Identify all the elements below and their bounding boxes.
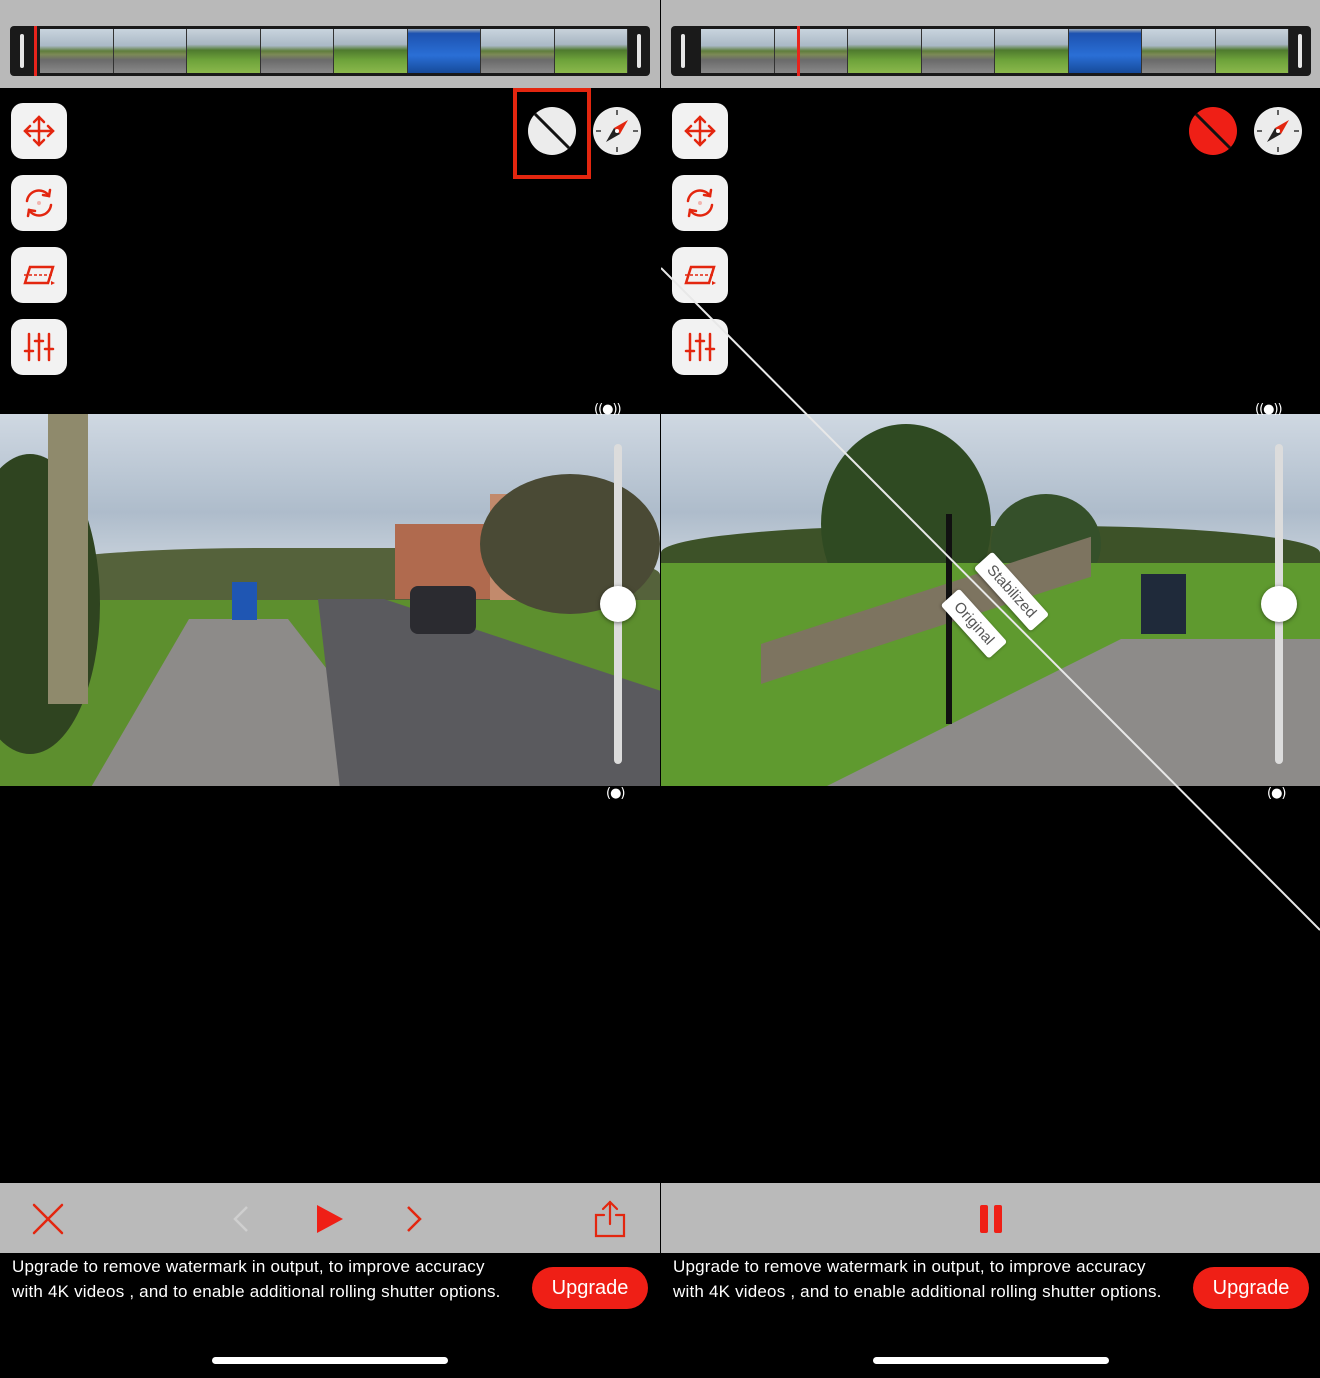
trim-start-handle[interactable]	[681, 34, 685, 68]
compass-icon	[1254, 107, 1302, 155]
slider-knob[interactable]	[600, 586, 636, 622]
bus-stop	[232, 582, 257, 620]
strength-max-icon: ((●))	[1255, 402, 1283, 417]
adjustments-icon	[23, 332, 55, 362]
rotate-tool-button[interactable]	[11, 175, 67, 231]
compare-toggle-button[interactable]	[1188, 106, 1238, 156]
perspective-crop-icon	[23, 265, 55, 285]
playback-controls	[661, 1183, 1320, 1253]
left-pane: ((●)) (●) Upgrade to remove watermark in…	[0, 0, 660, 1378]
rotate-tool-button[interactable]	[672, 175, 728, 231]
upgrade-banner: Upgrade to remove watermark in output, t…	[661, 1253, 1320, 1378]
compare-toggle-button[interactable]	[527, 106, 577, 156]
share-icon	[594, 1200, 626, 1238]
video-filmstrip[interactable]	[671, 26, 1311, 76]
bus-stop	[1141, 574, 1186, 634]
split-compare-icon	[1189, 107, 1237, 155]
video-preview[interactable]: Stabilized Original	[661, 414, 1320, 786]
trim-end-handle[interactable]	[637, 34, 641, 68]
strength-min-icon: (●)	[1267, 786, 1286, 801]
split-compare-icon	[528, 107, 576, 155]
perspective-crop-icon	[684, 265, 716, 285]
strength-min-icon: (●)	[606, 786, 625, 801]
upgrade-message: Upgrade to remove watermark in output, t…	[673, 1257, 1162, 1301]
adjustments-tool-button[interactable]	[672, 319, 728, 375]
trim-start-handle[interactable]	[20, 34, 24, 68]
car	[410, 586, 476, 634]
home-indicator[interactable]	[873, 1357, 1109, 1364]
adjustments-tool-button[interactable]	[11, 319, 67, 375]
move-tool-button[interactable]	[11, 103, 67, 159]
adjustments-icon	[684, 332, 716, 362]
play-icon	[317, 1205, 343, 1233]
right-pane: Stabilized Original ((●)) (●) Upgrade to…	[661, 0, 1320, 1378]
compass-icon	[593, 107, 641, 155]
chevron-left-icon	[233, 1206, 248, 1232]
next-frame-button[interactable]	[394, 1199, 434, 1239]
filmstrip-bar	[661, 0, 1320, 88]
move-tool-button[interactable]	[672, 103, 728, 159]
filmstrip-bar	[0, 0, 660, 88]
move-icon	[684, 115, 716, 147]
upgrade-button[interactable]: Upgrade	[1193, 1267, 1309, 1309]
upgrade-button[interactable]: Upgrade	[532, 1267, 648, 1309]
move-icon	[23, 115, 55, 147]
playhead[interactable]	[797, 26, 800, 76]
pause-icon	[980, 1205, 1002, 1233]
close-icon	[32, 1203, 64, 1235]
upgrade-message: Upgrade to remove watermark in output, t…	[12, 1257, 501, 1301]
home-indicator[interactable]	[212, 1357, 448, 1364]
play-button[interactable]	[309, 1199, 349, 1239]
prev-frame-button[interactable]	[222, 1199, 262, 1239]
playhead[interactable]	[34, 26, 37, 76]
perspective-tool-button[interactable]	[672, 247, 728, 303]
slider-knob[interactable]	[1261, 586, 1297, 622]
share-button[interactable]	[590, 1199, 630, 1239]
video-filmstrip[interactable]	[10, 26, 650, 76]
rotate-icon	[25, 188, 53, 218]
compass-button[interactable]	[592, 106, 642, 156]
trim-end-handle[interactable]	[1298, 34, 1302, 68]
strength-max-icon: ((●))	[594, 402, 622, 417]
playback-controls	[0, 1183, 660, 1253]
chevron-right-icon	[407, 1206, 422, 1232]
pause-button[interactable]	[971, 1199, 1011, 1239]
perspective-tool-button[interactable]	[11, 247, 67, 303]
close-button[interactable]	[28, 1199, 68, 1239]
video-preview[interactable]	[0, 414, 660, 786]
rotate-icon	[686, 188, 714, 218]
upgrade-banner: Upgrade to remove watermark in output, t…	[0, 1253, 660, 1378]
compass-button[interactable]	[1253, 106, 1303, 156]
